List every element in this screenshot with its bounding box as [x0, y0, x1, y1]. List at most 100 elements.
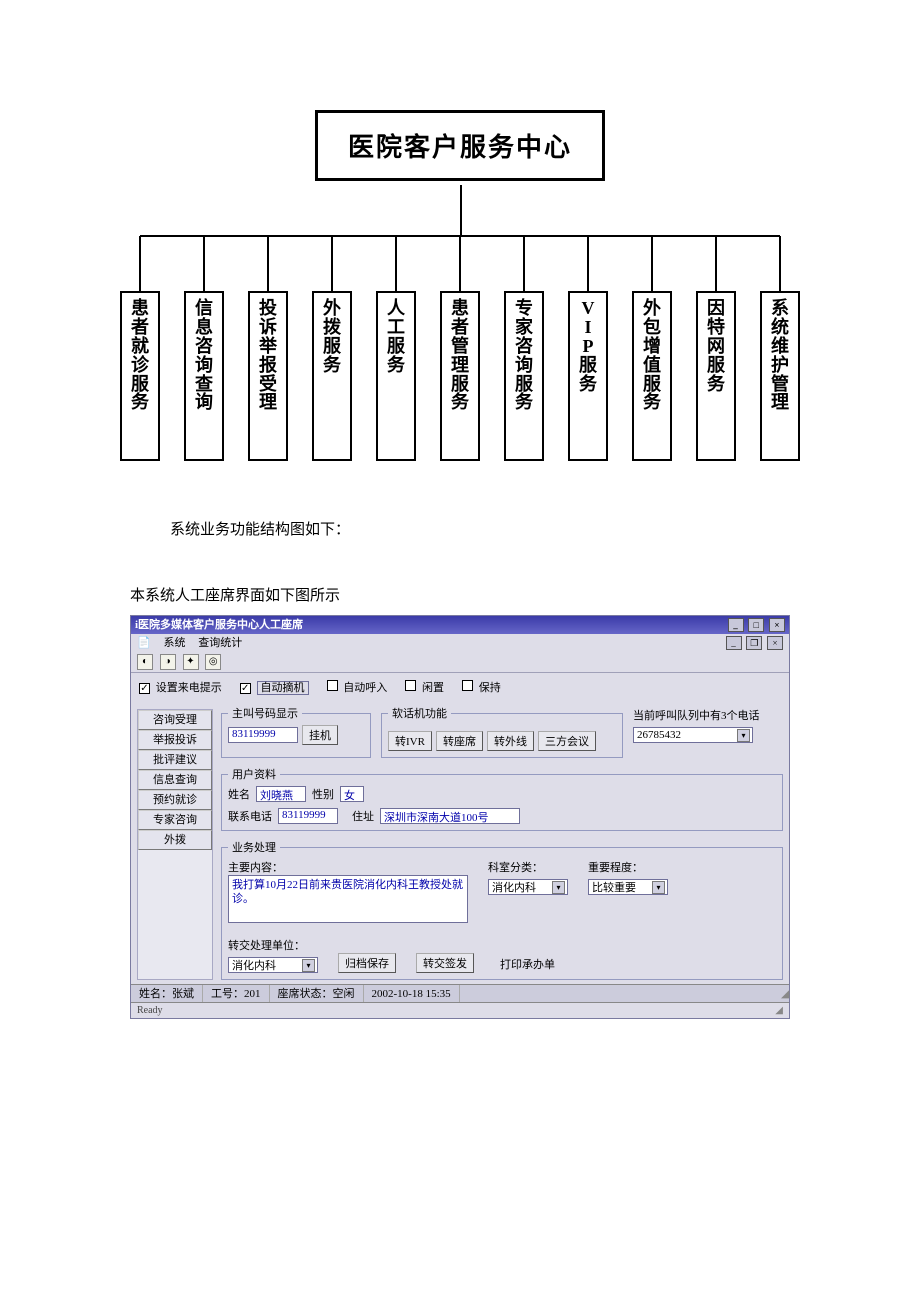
org-branch: 外拨服务 — [312, 236, 352, 461]
softphone-button[interactable]: 转座席 — [436, 731, 483, 751]
phone-label: 联系电话 — [228, 808, 272, 824]
connector-line — [267, 236, 269, 291]
org-leaf: 外包增值服务 — [632, 291, 672, 461]
sidebar-item[interactable]: 信息查询 — [138, 770, 212, 790]
addr-field[interactable]: 深圳市深南大道100号 — [380, 808, 520, 824]
status-id: 工号：201 — [203, 985, 270, 1002]
resize-grip-icon[interactable]: ◢ — [773, 985, 789, 1002]
connector-line — [779, 236, 781, 291]
hangup-button[interactable]: 挂机 — [302, 725, 338, 745]
sex-field[interactable]: 女 — [340, 786, 364, 802]
connector-line — [395, 236, 397, 291]
queue-label: 当前呼叫队列中有3个电话 — [633, 707, 783, 723]
connector-line — [460, 185, 462, 235]
sidebar-item[interactable]: 批评建议 — [138, 750, 212, 770]
prio-value: 比较重要 — [592, 879, 636, 895]
org-branch: 外包增值服务 — [632, 236, 672, 461]
org-leaf: 患者管理服务 — [440, 291, 480, 461]
group-business: 业务处理 主要内容： 我打算10月22日前来贵医院消化内科王教授处就诊。 科室分… — [221, 839, 783, 980]
app-window: i医院多媒体客户服务中心人工座席 _ □ × 📄 系统 查询统计 _ ❐ × ◐… — [130, 615, 790, 1019]
tounit-select[interactable]: 消化内科 ▾ — [228, 957, 318, 973]
opt-auto-pickup-label: 自动摘机 — [257, 681, 309, 695]
menu-query-stats[interactable]: 查询统计 — [198, 637, 242, 649]
save-button[interactable]: 归档保存 — [338, 953, 396, 973]
restore-icon[interactable]: ❐ — [746, 636, 762, 650]
mdi-window-buttons: _ ❐ × — [724, 634, 784, 652]
minimize-icon[interactable]: _ — [728, 618, 744, 632]
tool-icon[interactable]: ✦ — [183, 654, 199, 670]
org-branch: VIP服务 — [568, 236, 608, 461]
content-label: 主要内容： — [228, 859, 468, 875]
org-branch: 因特网服务 — [696, 236, 736, 461]
diagram-caption: 系统业务功能结构图如下： — [0, 510, 920, 549]
connector-line — [203, 236, 205, 291]
menu-items: 📄 系统 查询统计 — [137, 634, 252, 652]
org-branch: 系统维护管理 — [760, 236, 800, 461]
softphone-button[interactable]: 三方会议 — [538, 731, 596, 751]
opt-hold-label: 保持 — [479, 682, 501, 694]
send-button[interactable]: 转交签发 — [416, 953, 474, 973]
menu-system[interactable]: 系统 — [163, 637, 185, 649]
sex-label: 性别 — [312, 786, 334, 802]
group-softphone-legend: 软话机功能 — [388, 705, 451, 721]
opt-incoming-prompt-label: 设置来电提示 — [156, 682, 222, 694]
sidebar-item[interactable]: 专家咨询 — [138, 810, 212, 830]
queue-value: 26785432 — [637, 729, 681, 741]
connector-line — [523, 236, 525, 291]
checkbox-auto-pickup[interactable]: ✓ — [240, 683, 251, 694]
status-bar: 姓名：张斌 工号：201 座席状态：空闲 2002-10-18 15:35 ◢ — [131, 984, 789, 1002]
org-leaf: 因特网服务 — [696, 291, 736, 461]
minimize-icon[interactable]: _ — [726, 636, 742, 650]
prio-label: 重要程度： — [588, 859, 668, 875]
addr-label: 住址 — [352, 808, 374, 824]
dept-label: 科室分类： — [488, 859, 568, 875]
tool-icon[interactable]: ◑ — [160, 654, 176, 670]
org-leaf: 专家咨询服务 — [504, 291, 544, 461]
options-bar: ✓ 设置来电提示 ✓ 自动摘机 自动呼入 闲置 保持 — [131, 673, 789, 701]
window-buttons: _ □ × — [726, 616, 786, 634]
close-icon[interactable]: × — [769, 618, 785, 632]
content-field[interactable]: 我打算10月22日前来贵医院消化内科王教授处就诊。 — [228, 875, 468, 923]
dept-select[interactable]: 消化内科 ▾ — [488, 879, 568, 895]
queue-panel: 当前呼叫队列中有3个电话 26785432 ▾ — [633, 705, 783, 758]
group-caller-id: 主叫号码显示 83119999 挂机 — [221, 705, 371, 758]
softphone-button[interactable]: 转IVR — [388, 731, 432, 751]
phone-field[interactable]: 83119999 — [278, 808, 338, 824]
sidebar-item[interactable]: 咨询受理 — [138, 710, 212, 730]
checkbox-idle[interactable] — [405, 680, 416, 691]
checkbox-incoming-prompt[interactable]: ✓ — [139, 683, 150, 694]
group-business-legend: 业务处理 — [228, 839, 280, 855]
chevron-down-icon: ▾ — [652, 881, 665, 894]
group-softphone: 软话机功能 转IVR转座席转外线三方会议 — [381, 705, 623, 758]
resize-grip-icon[interactable]: ◢ — [775, 1003, 783, 1018]
caller-number-field[interactable]: 83119999 — [228, 727, 298, 743]
org-leaf: 外拨服务 — [312, 291, 352, 461]
tool-icon[interactable]: ◎ — [205, 654, 221, 670]
connector-line — [587, 236, 589, 291]
org-branch: 人工服务 — [376, 236, 416, 461]
group-user-legend: 用户资料 — [228, 766, 280, 782]
sidebar-item[interactable]: 预约就诊 — [138, 790, 212, 810]
org-leaf: 人工服务 — [376, 291, 416, 461]
org-leaf: VIP服务 — [568, 291, 608, 461]
checkbox-auto-answer[interactable] — [327, 680, 338, 691]
group-user-info: 用户资料 姓名 刘晓燕 性别 女 联系电话 83119999 住址 深圳市深南大… — [221, 766, 783, 831]
sidebar-item[interactable]: 举报投诉 — [138, 730, 212, 750]
menu-doc-icon[interactable]: 📄 — [137, 637, 151, 649]
tounit-label: 转交处理单位： — [228, 937, 318, 953]
connector-line — [331, 236, 333, 291]
print-button[interactable]: 打印承办单 — [494, 955, 561, 973]
name-field[interactable]: 刘晓燕 — [256, 786, 306, 802]
softphone-button[interactable]: 转外线 — [487, 731, 534, 751]
close-icon[interactable]: × — [767, 636, 783, 650]
org-leaf: 患者就诊服务 — [120, 291, 160, 461]
checkbox-hold[interactable] — [462, 680, 473, 691]
name-label: 姓名 — [228, 786, 250, 802]
sidebar-item[interactable]: 外拨 — [138, 830, 212, 850]
title-bar: i医院多媒体客户服务中心人工座席 _ □ × — [131, 616, 789, 634]
window-title: i医院多媒体客户服务中心人工座席 — [135, 616, 303, 634]
maximize-icon[interactable]: □ — [748, 618, 764, 632]
tool-icon[interactable]: ◐ — [137, 654, 153, 670]
prio-select[interactable]: 比较重要 ▾ — [588, 879, 668, 895]
queue-select[interactable]: 26785432 ▾ — [633, 727, 753, 743]
